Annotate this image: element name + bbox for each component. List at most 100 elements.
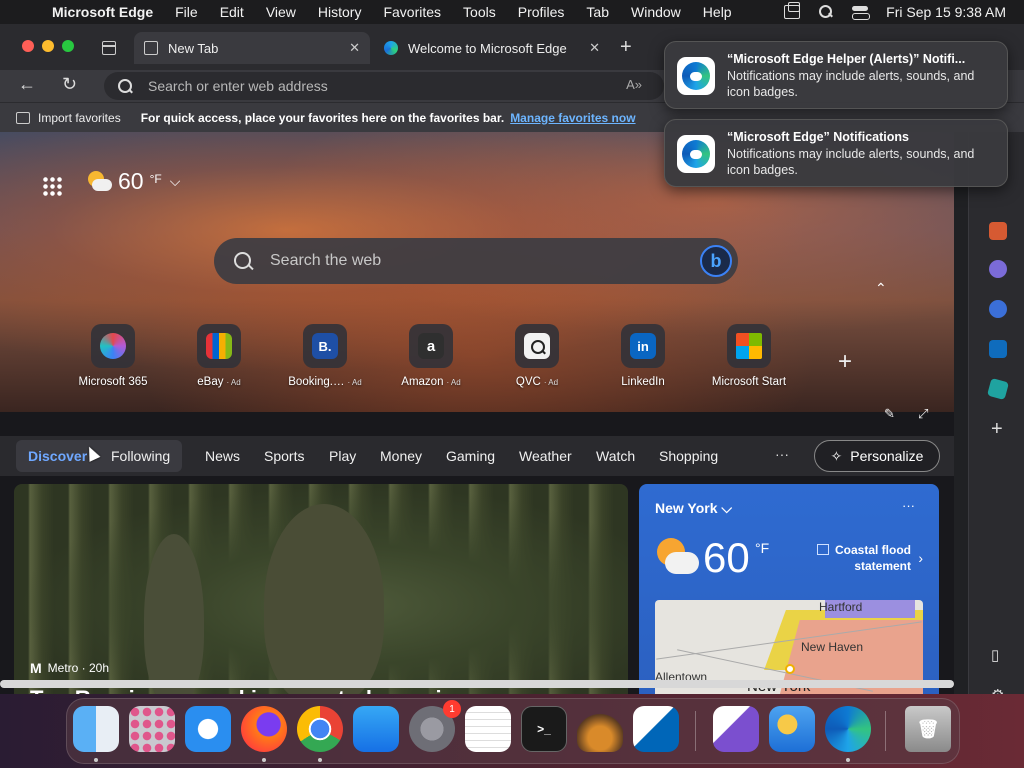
weather-alert[interactable]: Coastal flood statement [791,542,911,574]
web-search-box[interactable]: Search the web b [214,238,738,284]
garageband-icon[interactable] [577,706,623,752]
control-center-icon[interactable] [852,5,871,20]
tab-welcome[interactable]: Welcome to Microsoft Edge ✕ [374,32,610,64]
import-favorites-icon[interactable] [16,111,30,124]
news-source-label: Metro · 20h [47,661,110,675]
feed-tab-discover[interactable]: Discover [28,448,87,464]
weather-app-icon[interactable] [769,706,815,752]
weather-widget-mini[interactable]: 60 °F ⌵ [86,168,180,195]
linkedin-icon: in [630,333,656,359]
system-settings-icon[interactable]: 1 [409,700,461,752]
app-launcher-icon[interactable] [42,176,62,196]
quicklink-amazon[interactable]: a Amazon · Ad [378,324,484,388]
drop-icon[interactable] [986,377,1010,401]
notification-edge-helper[interactable]: “Microsoft Edge Helper (Alerts)” Notifi.… [664,41,1008,109]
visual-studio-icon[interactable] [713,706,759,752]
chevron-up-icon[interactable]: ⌃ [875,280,887,297]
notification-edge[interactable]: “Microsoft Edge” Notifications Notificat… [664,119,1008,187]
games-icon[interactable] [989,260,1007,278]
quicklink-label: Booking.… [288,376,345,388]
zoom-window-button[interactable] [62,40,74,52]
read-aloud-icon[interactable]: A» [626,77,642,92]
reload-button[interactable]: ↻ [62,74,77,95]
menu-help[interactable]: Help [703,4,732,20]
news-image [264,504,384,694]
more-options-icon[interactable]: ··· [775,446,789,462]
quicklink-label: Microsoft Start [711,376,787,388]
menu-tab[interactable]: Tab [586,4,609,20]
quicklink-microsoft-start[interactable]: Microsoft Start [696,324,802,388]
quicklink-linkedin[interactable]: in LinkedIn [590,324,696,388]
feed-tab-following[interactable]: Following [111,448,170,464]
menu-profiles[interactable]: Profiles [518,4,565,20]
feed-tab-shopping[interactable]: Shopping [659,448,718,464]
add-sidebar-app-button[interactable]: + [991,418,1003,441]
hide-sidebar-icon[interactable]: ▯ [991,646,999,664]
personalize-button[interactable]: ✧ Personalize [814,440,940,472]
chrome-icon[interactable] [297,706,343,752]
expand-icon[interactable]: ⤢ [918,406,928,422]
address-bar[interactable]: Search or enter web address A» [104,72,664,100]
tab-close-icon[interactable]: ✕ [589,40,600,56]
textedit-icon[interactable] [465,706,511,752]
menu-file[interactable]: File [175,4,198,20]
safari-icon[interactable] [185,706,231,752]
chevron-down-icon[interactable]: ⌵ [170,173,181,190]
horizontal-scrollbar[interactable] [0,680,954,688]
tab-close-icon[interactable]: ✕ [349,40,360,56]
firefox-icon[interactable] [241,706,287,752]
tab-new-tab[interactable]: New Tab ✕ [134,32,370,64]
quicklink-microsoft-365[interactable]: Microsoft 365 [60,324,166,388]
menu-edit[interactable]: Edit [220,4,244,20]
weather-city[interactable]: New York ⌵ [655,500,732,517]
trash-icon[interactable]: 🗑 [905,706,951,752]
stage-manager-icon[interactable] [784,2,801,19]
launchpad-icon[interactable] [129,706,175,752]
edit-background-icon[interactable]: ✎ [884,406,895,422]
feed-tab-money[interactable]: Money [380,448,422,464]
spotlight-search-icon[interactable] [818,5,834,19]
menu-view[interactable]: View [266,4,296,20]
tools-icon[interactable] [989,222,1007,240]
feed-tab-weather[interactable]: Weather [519,448,572,464]
more-options-icon[interactable]: ··· [902,498,915,513]
menu-history[interactable]: History [318,4,362,20]
quicklink-ebay[interactable]: eBay · Ad [166,324,272,388]
menu-window[interactable]: Window [631,4,681,20]
vscode-icon[interactable] [633,706,679,752]
bing-chat-icon[interactable]: b [700,245,732,277]
chevron-right-icon[interactable]: › [918,550,923,566]
tab-actions-icon[interactable] [102,41,116,55]
personalize-label: Personalize [850,448,924,464]
menu-favorites[interactable]: Favorites [383,4,441,20]
new-tab-button[interactable]: + [620,36,632,59]
news-card[interactable]: M Metro · 20h Top Russian general issues… [14,484,628,694]
app-store-icon[interactable] [353,706,399,752]
feed-tab-play[interactable]: Play [329,448,356,464]
web-search-placeholder[interactable]: Search the web [270,252,381,270]
menu-app-name[interactable]: Microsoft Edge [52,4,153,20]
close-window-button[interactable] [22,40,34,52]
address-placeholder[interactable]: Search or enter web address [148,78,328,94]
outlook-icon[interactable] [989,340,1007,358]
quicklink-qvc[interactable]: QVC · Ad [484,324,590,388]
back-button[interactable]: ← [18,74,36,95]
finder-icon[interactable] [73,706,119,752]
feed-tab-news[interactable]: News [205,448,240,464]
add-quicklink-button[interactable]: + [838,348,852,376]
feed-tab-gaming[interactable]: Gaming [446,448,495,464]
feed-tab-watch[interactable]: Watch [596,448,635,464]
minimize-window-button[interactable] [42,40,54,52]
booking-icon: B. [312,333,338,359]
weather-card[interactable]: New York ⌵ ··· 60 °F Coastal flood state… [639,484,939,694]
import-favorites-link[interactable]: Import favorites [38,111,121,125]
menu-bar-clock[interactable]: Fri Sep 15 9:38 AM [886,4,1006,20]
macos-dock: 1 >_ 🗑 [66,698,960,764]
menu-tools[interactable]: Tools [463,4,496,20]
manage-favorites-link[interactable]: Manage favorites now [510,111,635,125]
terminal-icon[interactable]: >_ [521,706,567,752]
feed-tab-sports[interactable]: Sports [264,448,304,464]
microsoft-365-icon[interactable] [989,300,1007,318]
edge-dock-icon[interactable] [825,706,871,752]
quicklink-booking[interactable]: B. Booking.… · Ad [272,324,378,388]
